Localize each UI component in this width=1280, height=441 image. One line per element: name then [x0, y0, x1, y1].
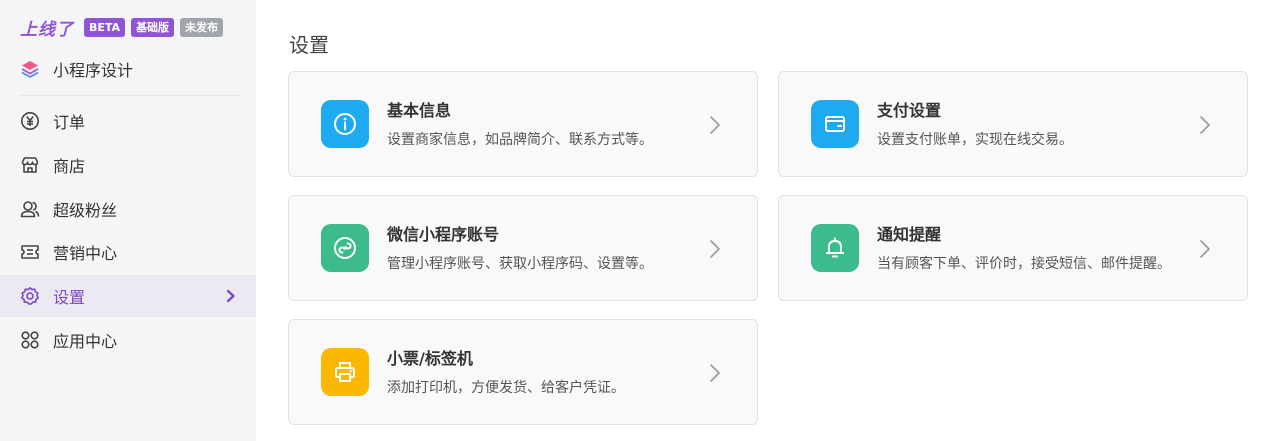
fans-icon — [20, 199, 40, 219]
sidebar-item-label: 设置 — [53, 288, 86, 307]
sidebar-item-label: 商店 — [53, 157, 86, 176]
card-title: 微信小程序账号 — [387, 225, 500, 244]
card-description: 当有顾客下单、评价时，接受短信、邮件提醒。 — [877, 256, 1171, 272]
page-title: 设置 — [289, 33, 329, 57]
card-title: 小票/标签机 — [387, 349, 473, 368]
apps-icon — [20, 330, 40, 350]
printer-icon — [321, 348, 369, 396]
card-wechat-miniprogram-account[interactable]: 微信小程序账号 管理小程序账号、获取小程序码、设置等。 — [288, 195, 758, 301]
layers-icon — [20, 59, 40, 79]
card-description: 设置支付账单，实现在线交易。 — [877, 132, 1073, 148]
store-icon — [20, 155, 40, 175]
yen-circle-icon — [20, 111, 40, 131]
bell-icon — [811, 224, 859, 272]
sidebar-item-miniprogram-design[interactable]: 小程序设计 — [0, 48, 256, 90]
brand: 上线了 BETA 基础版 未发布 — [20, 15, 229, 40]
card-title: 基本信息 — [387, 101, 452, 120]
chevron-right-icon — [710, 364, 720, 382]
card-description: 设置商家信息，如品牌简介、联系方式等。 — [387, 132, 653, 148]
chevron-right-icon — [226, 289, 235, 303]
card-notifications[interactable]: 通知提醒 当有顾客下单、评价时，接受短信、邮件提醒。 — [778, 195, 1248, 301]
chevron-right-icon — [1200, 116, 1210, 134]
sidebar-item-app-center[interactable]: 应用中心 — [0, 319, 256, 361]
sidebar-item-label: 营销中心 — [53, 244, 118, 263]
info-icon — [321, 100, 369, 148]
card-description: 添加打印机，方便发货、给客户凭证。 — [387, 380, 625, 396]
beta-badge: BETA — [84, 17, 126, 37]
sidebar-item-label: 小程序设计 — [53, 61, 134, 80]
card-payment-settings[interactable]: 支付设置 设置支付账单，实现在线交易。 — [778, 71, 1248, 177]
sidebar-item-store[interactable]: 商店 — [0, 144, 256, 186]
sidebar-item-orders[interactable]: 订单 — [0, 100, 256, 142]
card-basic-info[interactable]: 基本信息 设置商家信息，如品牌简介、联系方式等。 — [288, 71, 758, 177]
sidebar-item-label: 应用中心 — [53, 332, 118, 351]
sidebar-item-label: 订单 — [53, 113, 86, 132]
plan-badge: 基础版 — [131, 17, 175, 37]
chevron-right-icon — [710, 116, 720, 134]
sidebar-divider — [20, 95, 240, 96]
sidebar-item-super-fans[interactable]: 超级粉丝 — [0, 188, 256, 230]
miniprogram-icon — [321, 224, 369, 272]
chevron-right-icon — [1200, 240, 1210, 258]
brand-logo[interactable]: 上线了 — [20, 15, 74, 40]
chevron-right-icon — [710, 240, 720, 258]
card-description: 管理小程序账号、获取小程序码、设置等。 — [387, 256, 653, 272]
ticket-icon — [20, 242, 40, 262]
card-receipt-label-printer[interactable]: 小票/标签机 添加打印机，方便发货、给客户凭证。 — [288, 319, 758, 425]
gear-icon — [20, 286, 40, 306]
card-title: 通知提醒 — [877, 225, 942, 244]
sidebar-item-marketing[interactable]: 营销中心 — [0, 231, 256, 273]
card-title: 支付设置 — [877, 101, 942, 120]
sidebar-item-settings[interactable]: 设置 — [0, 275, 256, 317]
sidebar: 上线了 BETA 基础版 未发布 小程序设计 订单 商店 超级粉丝 营销中心 设… — [0, 0, 256, 441]
wallet-icon — [811, 100, 859, 148]
sidebar-item-label: 超级粉丝 — [53, 201, 118, 220]
publish-status-badge: 未发布 — [180, 17, 224, 37]
